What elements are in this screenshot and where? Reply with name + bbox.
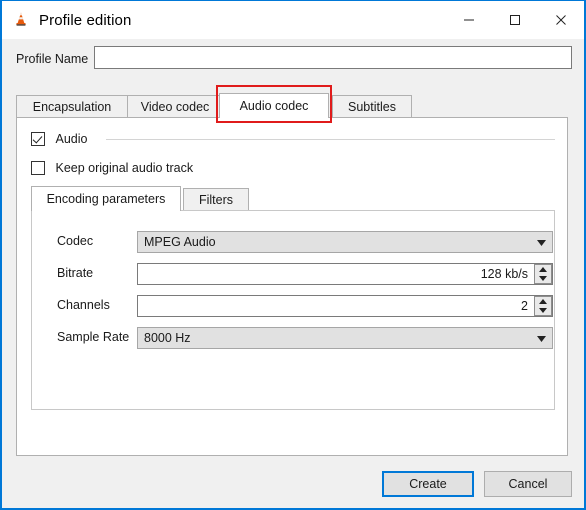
profile-name-input[interactable]	[94, 46, 572, 69]
codec-control: MPEG Audio	[137, 231, 553, 253]
bitrate-label: Bitrate	[57, 266, 94, 280]
keep-original-checkbox[interactable]	[31, 160, 45, 175]
channels-spinner	[137, 295, 553, 317]
tab-subtitles-label: Subtitles	[348, 99, 396, 114]
tab-video-codec-label: Video codec	[140, 99, 210, 114]
maximize-icon[interactable]	[492, 1, 538, 39]
tab-subtitles[interactable]: Subtitles	[332, 95, 412, 117]
encoding-tabstrip: Encoding parameters Filters	[31, 186, 555, 211]
create-button-label: Create	[409, 477, 447, 491]
cancel-button[interactable]: Cancel	[484, 471, 572, 497]
close-icon[interactable]	[538, 1, 584, 39]
bitrate-input[interactable]	[137, 263, 553, 285]
codec-combobox[interactable]: MPEG Audio	[137, 231, 553, 253]
keep-original-label: Keep original audio track	[55, 160, 194, 175]
bitrate-spinner	[137, 263, 553, 285]
profile-edition-window: Profile edition Profile Name Encapsulati…	[0, 0, 586, 510]
tab-encapsulation-label: Encapsulation	[32, 99, 112, 114]
audio-enable-label: Audio	[55, 131, 88, 146]
channels-input[interactable]	[137, 295, 553, 317]
encoding-parameters-panel: Codec MPEG Audio Bitrate 128 kb/s Channe…	[31, 210, 555, 410]
sample-rate-control: 8000 Hz	[137, 327, 553, 349]
bitrate-spin-buttons	[534, 264, 552, 284]
window-title: Profile edition	[39, 11, 132, 29]
sample-rate-combobox[interactable]: 8000 Hz	[137, 327, 553, 349]
sample-rate-value: 8000 Hz	[144, 331, 191, 345]
sample-rate-row: Sample Rate 8000 Hz	[32, 327, 554, 349]
audio-enable-row: Audio	[31, 131, 555, 149]
tab-encoding-parameters-label: Encoding parameters	[46, 192, 166, 206]
channels-row: Channels	[32, 295, 554, 317]
chevron-down-icon	[537, 232, 546, 254]
tab-encapsulation[interactable]: Encapsulation	[16, 95, 128, 117]
sample-rate-label: Sample Rate	[57, 330, 130, 344]
profile-name-row: Profile Name	[2, 46, 584, 76]
profile-name-label: Profile Name	[16, 52, 89, 66]
spinner-up-icon[interactable]	[535, 265, 551, 274]
spinner-up-icon[interactable]	[535, 297, 551, 306]
tab-audio-codec-label: Audio codec	[239, 99, 309, 113]
codec-value: MPEG Audio	[144, 235, 216, 249]
tab-audio-codec[interactable]: Audio codec	[219, 93, 329, 118]
keep-original-row: Keep original audio track	[31, 160, 193, 175]
audio-codec-panel: Audio Keep original audio track Encoding…	[16, 117, 568, 456]
window-controls	[446, 1, 584, 39]
bitrate-row: Bitrate	[32, 263, 554, 285]
cancel-button-label: Cancel	[508, 477, 548, 491]
codec-tabstrip: Encapsulation Video codec Audio codec Su…	[16, 93, 568, 118]
vlc-cone-icon	[12, 11, 30, 29]
channels-control	[137, 295, 553, 317]
chevron-down-icon	[537, 328, 546, 350]
channels-label: Channels	[57, 298, 110, 312]
minimize-icon[interactable]	[446, 1, 492, 39]
title-bar: Profile edition	[2, 1, 584, 39]
spinner-down-icon[interactable]	[535, 274, 551, 283]
bitrate-control	[137, 263, 553, 285]
tab-encoding-parameters[interactable]: Encoding parameters	[31, 186, 181, 211]
audio-enable-checkbox[interactable]	[31, 131, 45, 146]
channels-spin-buttons	[534, 296, 552, 316]
codec-label: Codec	[57, 234, 94, 248]
create-button[interactable]: Create	[382, 471, 474, 497]
tab-filters-label: Filters	[198, 192, 234, 207]
codec-row: Codec MPEG Audio	[32, 231, 554, 253]
spinner-down-icon[interactable]	[535, 306, 551, 315]
tab-video-codec[interactable]: Video codec	[127, 95, 223, 117]
group-divider	[106, 139, 555, 140]
tab-filters[interactable]: Filters	[183, 188, 249, 210]
